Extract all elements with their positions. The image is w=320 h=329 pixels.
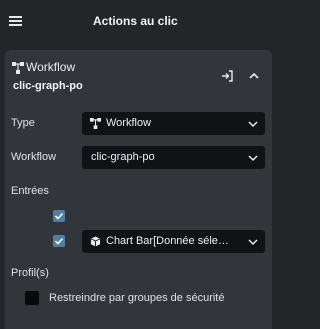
entry-checkbox-2[interactable] (53, 235, 65, 247)
chevron-up-icon[interactable] (248, 70, 260, 82)
entry-select[interactable]: Chart Bar[Donnée séle… (82, 230, 265, 253)
panel-type-label: Workflow (26, 60, 76, 74)
chevron-down-icon (248, 239, 258, 246)
restrict-checkbox[interactable] (25, 291, 39, 305)
header: Actions au clic (0, 0, 290, 42)
workflow-panel: Workflow clic-graph-po Type Workflow Wor… (5, 50, 272, 329)
hamburger-icon[interactable] (9, 16, 22, 27)
check-icon (54, 237, 64, 245)
cube-icon (90, 236, 101, 247)
page-title: Actions au clic (93, 14, 178, 28)
profiles-label: Profil(s) (11, 267, 49, 279)
workflow-select[interactable]: clic-graph-po (82, 146, 265, 169)
workflow-value: clic-graph-po (91, 151, 155, 163)
workflow-label: Workflow (11, 151, 57, 163)
check-icon (54, 212, 64, 220)
enter-icon[interactable] (221, 70, 233, 82)
chevron-down-icon (248, 121, 258, 128)
entry-value: Chart Bar[Donnée séle… (106, 235, 229, 247)
entries-label: Entrées (11, 185, 49, 197)
type-value: Workflow (106, 117, 152, 129)
restrict-label: Restreindre par groupes de sécurité (49, 292, 225, 304)
entry-checkbox-1[interactable] (53, 210, 65, 222)
chevron-down-icon (248, 155, 258, 162)
type-select[interactable]: Workflow (82, 112, 265, 135)
workflow-icon (90, 118, 101, 129)
workflow-icon (12, 62, 24, 74)
panel-workflow-name: clic-graph-po (13, 80, 83, 92)
type-label: Type (11, 117, 35, 129)
